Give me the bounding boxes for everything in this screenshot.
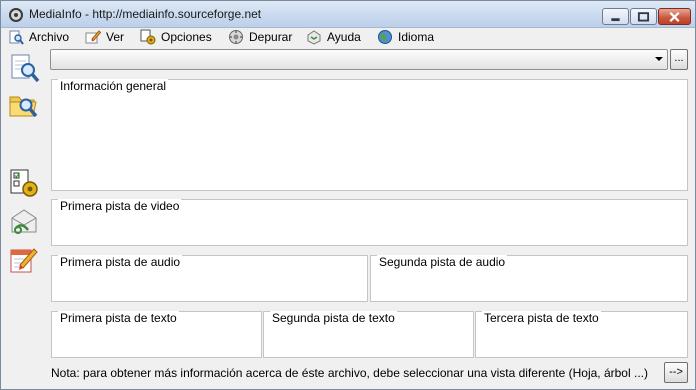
status-note: Nota: para obtener más información acerc… [51, 366, 648, 380]
toolbar-open-folder-button[interactable] [8, 89, 40, 121]
group-video1[interactable]: Primera pista de video [51, 199, 688, 246]
group-general-info[interactable]: Información general [51, 79, 688, 191]
close-button[interactable] [658, 8, 691, 25]
group-general-info-title: Información general [58, 79, 169, 93]
group-text3-title: Tercera pista de texto [482, 311, 601, 325]
open-file-icon [11, 54, 40, 83]
maximize-button[interactable] [630, 8, 657, 25]
preferences-icon [10, 169, 38, 197]
minimize-icon [611, 18, 620, 22]
menu-opciones-label: Opciones [161, 30, 212, 44]
mediainfo-app-icon [9, 8, 23, 22]
group-text3[interactable]: Tercera pista de texto [475, 311, 688, 358]
debug-icon [229, 30, 243, 44]
email-icon [11, 209, 37, 234]
browse-button[interactable]: ... [670, 49, 688, 70]
toolbar-notepad-button[interactable] [8, 244, 40, 276]
menu-idioma-label: Idioma [398, 30, 435, 44]
view-pencil-icon [85, 30, 101, 44]
toolbar-email-button[interactable] [8, 206, 40, 238]
menu-idioma[interactable]: Idioma [377, 28, 434, 46]
globe-icon [378, 30, 392, 44]
menu-depurar-label: Depurar [249, 30, 293, 44]
group-text1[interactable]: Primera pista de texto [51, 311, 262, 358]
menu-ver[interactable]: Ver [85, 28, 124, 46]
toolbar-open-file-button[interactable] [8, 52, 40, 84]
help-icon [307, 30, 321, 45]
menu-archivo[interactable]: Archivo [8, 28, 69, 46]
maximize-icon [637, 12, 650, 22]
file-select-combobox[interactable] [50, 49, 668, 70]
options-gear-icon [140, 29, 156, 45]
archive-magnifier-icon [9, 30, 24, 45]
toolbar-preferences-button[interactable] [8, 168, 40, 200]
menu-opciones[interactable]: Opciones [140, 28, 212, 46]
open-folder-icon [9, 96, 38, 118]
group-text1-title: Primera pista de texto [58, 311, 179, 325]
group-audio2-title: Segunda pista de audio [377, 255, 508, 269]
group-video1-title: Primera pista de video [58, 199, 182, 213]
close-icon [669, 11, 680, 23]
title-bar[interactable]: MediaInfo - http://mediainfo.sourceforge… [1, 1, 695, 28]
chevron-down-icon [655, 57, 663, 61]
notepad-icon [10, 248, 38, 273]
group-audio1-title: Primera pista de audio [58, 255, 183, 269]
menu-ayuda-label: Ayuda [327, 30, 361, 44]
group-text2[interactable]: Segunda pista de texto [263, 311, 474, 358]
menu-ayuda[interactable]: Ayuda [306, 28, 361, 46]
minimize-button[interactable] [602, 8, 629, 25]
mediainfo-window: MediaInfo - http://mediainfo.sourceforge… [0, 0, 696, 390]
menu-depurar[interactable]: Depurar [228, 28, 292, 46]
menu-archivo-label: Archivo [29, 30, 70, 44]
group-audio1[interactable]: Primera pista de audio [51, 255, 368, 302]
more-info-button[interactable]: --> [664, 362, 688, 383]
group-audio2[interactable]: Segunda pista de audio [370, 255, 688, 302]
group-text2-title: Segunda pista de texto [270, 311, 397, 325]
menu-ver-label: Ver [106, 30, 125, 44]
menu-bar: Archivo Ver Opciones Depurar Ayuda Idiom… [2, 28, 694, 46]
window-title: MediaInfo - http://mediainfo.sourceforge… [29, 7, 262, 21]
